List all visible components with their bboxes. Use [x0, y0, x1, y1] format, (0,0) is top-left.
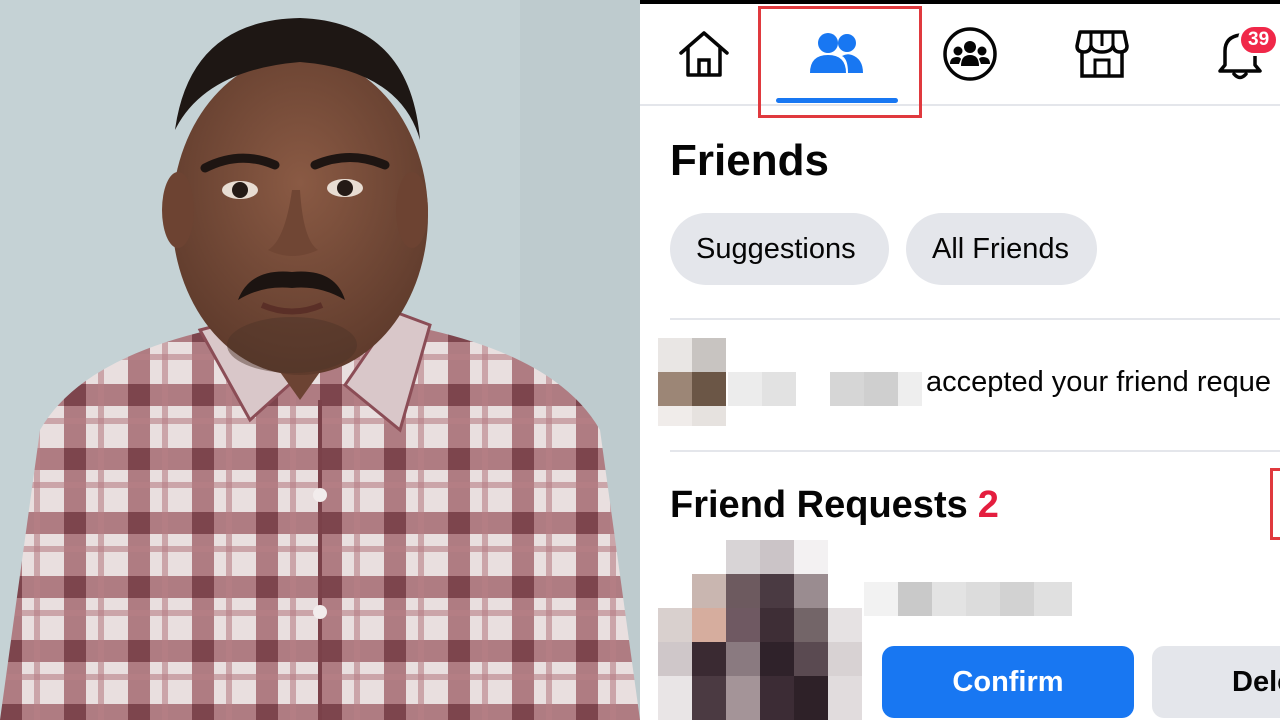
- section-divider: [670, 450, 1280, 452]
- page-title: Friends: [670, 136, 829, 185]
- delete-button[interactable]: Dele: [1152, 646, 1280, 718]
- see-all-highlight: [1270, 468, 1280, 540]
- friend-requests-heading: Friend Requests 2: [670, 484, 999, 527]
- nav-tab-marketplace[interactable]: [1042, 4, 1162, 104]
- friend-requests-count: 2: [977, 484, 999, 526]
- nav-tab-groups[interactable]: [910, 4, 1030, 104]
- nav-tab-home[interactable]: [644, 4, 764, 104]
- suggestions-button[interactable]: Suggestions: [670, 213, 889, 285]
- friends-tab-highlight: [758, 6, 922, 118]
- top-navigation: [640, 4, 1280, 106]
- notification-badge: 39: [1238, 24, 1280, 56]
- notification-text: accepted your friend reque: [926, 366, 1271, 398]
- person-illustration: [0, 0, 640, 720]
- all-friends-button[interactable]: All Friends: [906, 213, 1097, 285]
- section-divider: [670, 318, 1280, 320]
- marketplace-icon: [1075, 30, 1129, 78]
- confirm-button[interactable]: Confirm: [882, 646, 1134, 718]
- friend-requests-title: Friend Requests: [670, 484, 968, 526]
- person-photo: [0, 0, 640, 720]
- groups-icon: [943, 27, 997, 81]
- home-icon: [679, 31, 729, 77]
